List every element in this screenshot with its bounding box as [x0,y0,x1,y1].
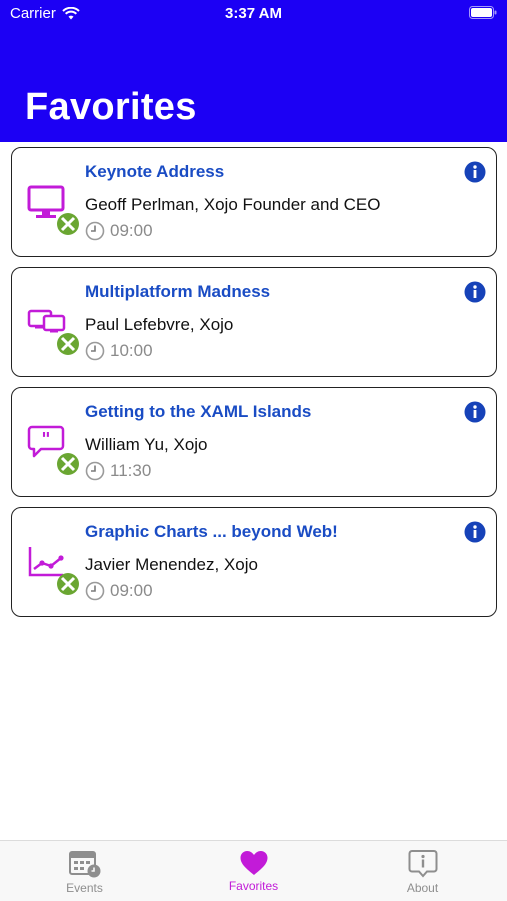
battery-icon [469,6,497,19]
session-card[interactable]: Graphic Charts ... beyond Web! Javier Me… [11,507,497,617]
session-icon [27,305,85,357]
session-card[interactable]: Multiplatform Madness Paul Lefebvre, Xoj… [11,267,497,377]
clock-icon [85,461,105,481]
session-speaker: Geoff Perlman, Xojo Founder and CEO [85,195,381,214]
favorite-remove-icon [57,213,79,235]
favorite-remove-icon [57,573,79,595]
tab-favorites[interactable]: Favorites [169,841,338,901]
svg-text:": " [41,429,50,450]
nav-header: Carrier 3:37 AM Favorites [0,0,507,142]
session-icon [27,545,85,597]
tab-label: Favorites [228,879,279,893]
clock-icon [85,581,105,601]
tab-events[interactable]: Events [0,841,169,901]
tab-label: About [406,881,439,895]
session-speaker: William Yu, Xojo [85,435,208,454]
status-time: 3:37 AM [225,5,282,22]
line-chart-icon [28,547,79,595]
quote-bubble-icon: " [27,425,79,475]
session-speaker: Javier Menendez, Xojo [85,555,258,574]
heart-icon [240,851,267,875]
info-bubble-icon [408,850,437,878]
clock-icon [85,221,105,241]
session-time: 09:00 [110,581,153,600]
info-icon[interactable] [464,401,486,423]
session-time: 09:00 [110,221,153,240]
tab-bar: Events Favorites About [0,840,507,901]
tab-about[interactable]: About [338,841,507,901]
calendar-clock-icon [68,851,100,878]
session-title: Graphic Charts ... beyond Web! [85,522,338,541]
clock-icon [85,341,105,361]
info-icon[interactable] [464,281,486,303]
favorites-list: Keynote Address Geoff Perlman, Xojo Foun… [11,147,497,627]
session-time-row: 10:00 [85,341,153,361]
session-time-row: 09:00 [85,221,153,241]
session-time-row: 11:30 [85,461,151,481]
tab-label: Events [66,881,103,895]
info-icon[interactable] [464,161,486,183]
info-icon[interactable] [464,521,486,543]
multi-device-icon [27,309,79,355]
session-time: 11:30 [110,461,152,480]
session-icon [27,185,85,237]
session-speaker: Paul Lefebvre, Xojo [85,315,234,334]
session-title: Multiplatform Madness [85,282,271,301]
status-bar: Carrier 3:37 AM [0,0,507,30]
session-title: Keynote Address [85,162,225,181]
page-title: Favorites [25,86,197,128]
session-card[interactable]: " Getting to the XAML Islands William Yu… [11,387,497,497]
session-icon: " [27,425,85,477]
monitor-icon [27,185,79,235]
favorite-remove-icon [57,333,79,355]
session-title: Getting to the XAML Islands [85,402,312,421]
session-card[interactable]: Keynote Address Geoff Perlman, Xojo Foun… [11,147,497,257]
session-time-row: 09:00 [85,581,153,601]
favorite-remove-icon [57,453,79,475]
session-time: 10:00 [110,341,153,360]
